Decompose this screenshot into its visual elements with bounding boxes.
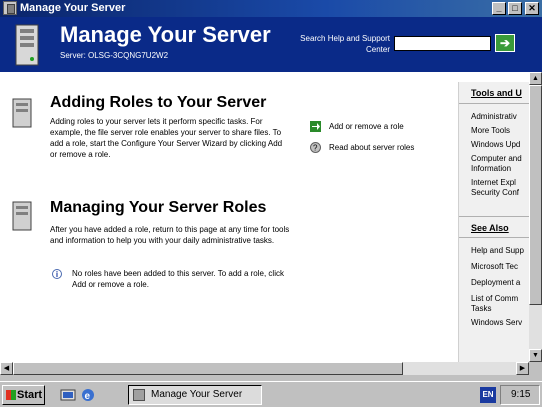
add-remove-role-label: Add or remove a role (329, 122, 404, 131)
desktop-icon[interactable] (60, 387, 76, 403)
adding-roles-text: Adding roles to your server lets it perf… (50, 117, 283, 159)
scroll-corner (529, 362, 542, 375)
taskbar-manage-server-button[interactable]: Manage Your Server (128, 385, 262, 405)
scroll-up-icon[interactable]: ▲ (529, 72, 542, 85)
see-also-heading[interactable]: See Also (459, 216, 529, 238)
search-go-button[interactable]: ➔ (495, 34, 515, 52)
svg-text:?: ? (313, 144, 318, 153)
side-link[interactable]: More Tools (459, 126, 529, 136)
side-link[interactable]: Microsoft Tec (459, 262, 529, 272)
no-roles-info: i No roles have been added to this serve… (52, 268, 288, 290)
side-link[interactable]: Windows Upd (459, 140, 529, 150)
server-icon (15, 24, 39, 66)
language-indicator[interactable]: EN (480, 387, 496, 403)
side-link[interactable]: List of Comm (459, 294, 529, 304)
manage-roles-icon (12, 201, 32, 231)
green-arrow-icon (310, 121, 321, 132)
horizontal-scrollbar[interactable]: ◀ ▶ (0, 362, 529, 375)
read-server-roles-label: Read about server roles (329, 143, 415, 152)
side-link[interactable]: Deployment a (459, 278, 529, 288)
tools-heading[interactable]: Tools and U (459, 82, 529, 104)
manage-server-window: Manage Your Server _ □ ✕ Manage Your Ser… (0, 0, 542, 381)
add-roles-icon (12, 98, 32, 128)
header-banner: Manage Your Server Server: OLSG-3CQNG7U2… (0, 17, 542, 72)
page-title: Manage Your Server (60, 22, 271, 47)
server-app-icon (3, 1, 17, 15)
vertical-scroll-thumb[interactable] (529, 85, 542, 305)
start-button[interactable]: Start (2, 385, 45, 405)
managing-roles-text: After you have added a role, return to t… (50, 225, 290, 245)
horizontal-scroll-thumb[interactable] (13, 362, 403, 375)
clock[interactable]: 9:15 (511, 389, 530, 400)
content-area: Adding Roles to Your Server Adding roles… (0, 72, 529, 362)
title-bar[interactable]: Manage Your Server _ □ ✕ (0, 0, 542, 17)
window-title: Manage Your Server (20, 2, 126, 14)
minimize-button[interactable]: _ (492, 2, 506, 15)
read-server-roles-link[interactable]: ? Read about server roles (310, 142, 414, 153)
server-app-icon (133, 389, 145, 401)
system-tray: 9:15 (500, 385, 540, 405)
scroll-left-icon[interactable]: ◀ (0, 362, 13, 375)
taskbar: Start e Manage Your Server EN 9:15 (0, 381, 542, 407)
vertical-scrollbar[interactable]: ▲ ▼ (529, 72, 542, 362)
search-input[interactable] (394, 36, 491, 51)
side-link[interactable]: Security Conf (459, 188, 529, 198)
side-link[interactable]: Tasks (459, 304, 529, 314)
info-icon: i (52, 269, 62, 279)
side-link[interactable]: Help and Supp (459, 246, 529, 256)
no-roles-text: No roles have been added to this server.… (72, 269, 284, 289)
help-icon: ? (310, 142, 321, 153)
adding-roles-title: Adding Roles to Your Server (50, 94, 267, 111)
svg-text:e: e (85, 391, 91, 402)
search-label: Search Help and Support Center (300, 34, 390, 54)
side-link[interactable]: Windows Serv (459, 318, 529, 328)
add-remove-role-link[interactable]: Add or remove a role (310, 121, 404, 132)
side-link[interactable]: Information (459, 164, 529, 174)
side-link[interactable]: Internet Expl (459, 178, 529, 188)
close-button[interactable]: ✕ (525, 2, 539, 15)
managing-roles-title: Managing Your Server Roles (50, 199, 267, 216)
side-link[interactable]: Computer and (459, 154, 529, 164)
scroll-down-icon[interactable]: ▼ (529, 349, 542, 362)
windows-logo-icon (6, 390, 16, 400)
side-panel: Tools and U Administrativ More Tools Win… (458, 82, 529, 362)
taskbar-button-label: Manage Your Server (151, 389, 243, 400)
internet-explorer-icon[interactable]: e (80, 387, 96, 403)
server-name: Server: OLSG-3CQNG7U2W2 (60, 51, 169, 60)
side-link[interactable]: Administrativ (459, 112, 529, 122)
scroll-right-icon[interactable]: ▶ (516, 362, 529, 375)
maximize-button[interactable]: □ (508, 2, 522, 15)
start-label: Start (17, 389, 43, 401)
